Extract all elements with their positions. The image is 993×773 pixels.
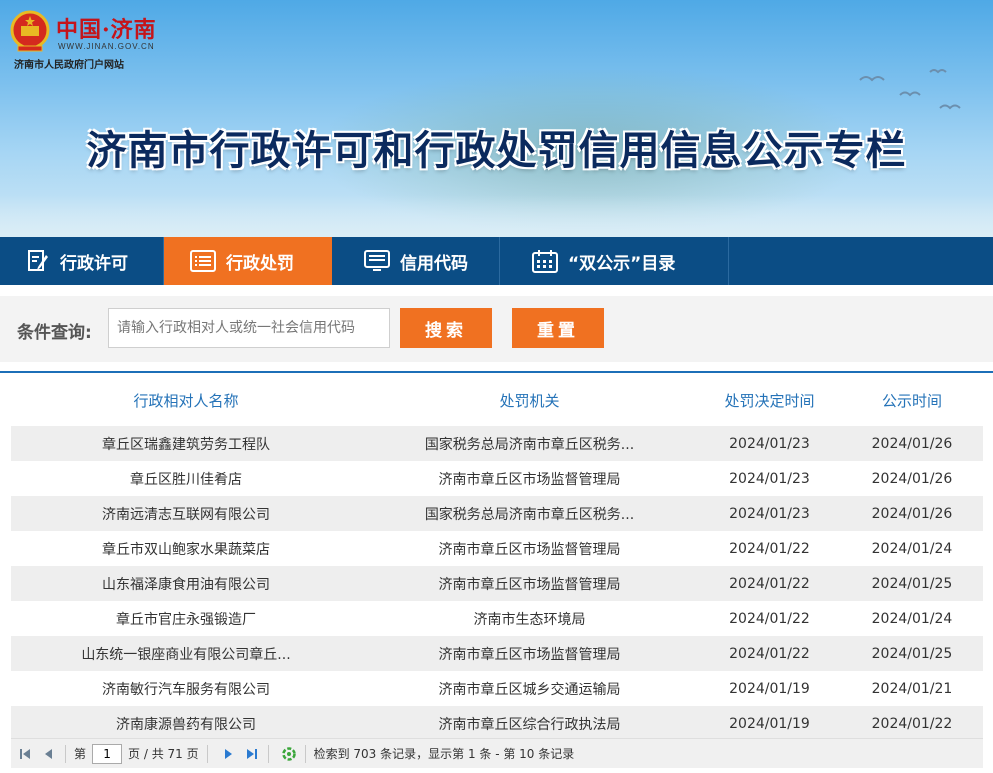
cell-decision-date: 2024/01/22 xyxy=(729,645,810,662)
last-page-icon xyxy=(246,748,257,759)
birds-decoration xyxy=(859,69,961,110)
cell-decision-date: 2024/01/22 xyxy=(729,575,810,592)
record-summary: 检索到 703 条记录，显示第 1 条 - 第 10 条记录 xyxy=(313,747,575,761)
cell-penalty-authority: 济南市章丘区综合行政执法局 xyxy=(438,716,621,733)
table-header: 行政相对人名称 处罚机关 处罚决定时间 公示时间 xyxy=(11,387,983,415)
site-logo-text[interactable]: 中国·济南 xyxy=(56,12,157,44)
table-body: 章丘区瑞鑫建筑劳务工程队 国家税务总局济南市章丘区税务... 2024/01/2… xyxy=(11,426,983,741)
next-page-button[interactable] xyxy=(218,744,238,764)
list-icon xyxy=(190,250,216,272)
cell-publish-date: 2024/01/22 xyxy=(871,715,953,732)
cell-publish-date: 2024/01/26 xyxy=(871,470,953,487)
reset-button[interactable]: 重置 xyxy=(512,308,604,348)
column-header-publish-date: 公示时间 xyxy=(881,392,942,410)
search-bar: 条件查询: 搜索 重置 xyxy=(0,296,993,362)
table-row[interactable]: 济南康源兽药有限公司 济南市章丘区综合行政执法局 2024/01/19 2024… xyxy=(11,706,983,741)
cell-party-name[interactable]: 济南康源兽药有限公司 xyxy=(11,714,361,734)
calendar-icon xyxy=(532,249,558,273)
search-input[interactable] xyxy=(108,308,390,348)
cell-party-name[interactable]: 济南敏行汽车服务有限公司 xyxy=(11,679,361,699)
cell-party-name[interactable]: 章丘区胜川佳肴店 xyxy=(11,469,361,489)
column-header-decision-date: 处罚决定时间 xyxy=(724,392,815,410)
cell-publish-date: 2024/01/24 xyxy=(871,610,953,627)
page-number-input[interactable] xyxy=(92,743,123,764)
cell-party-name[interactable]: 章丘市官庄永强锻造厂 xyxy=(11,609,361,629)
cell-penalty-authority: 济南市章丘区市场监督管理局 xyxy=(438,646,621,663)
page-title: 济南市行政许可和行政处罚信用信息公示专栏 xyxy=(86,128,907,174)
table-row[interactable]: 章丘市官庄永强锻造厂 济南市生态环境局 2024/01/22 2024/01/2… xyxy=(11,601,983,636)
table-row[interactable]: 山东福泽康食用油有限公司 济南市章丘区市场监督管理局 2024/01/22 20… xyxy=(11,566,983,601)
main-nav: 行政许可 行政处罚 信用代码 “双公示”目录 xyxy=(0,237,993,285)
nav-tab-double-publicity[interactable]: “双公示”目录 xyxy=(500,237,729,285)
cell-publish-date: 2024/01/25 xyxy=(871,575,953,592)
cell-decision-date: 2024/01/23 xyxy=(729,435,810,452)
cell-decision-date: 2024/01/22 xyxy=(729,540,810,557)
table-row[interactable]: 济南敏行汽车服务有限公司 济南市章丘区城乡交通运输局 2024/01/19 20… xyxy=(11,671,983,706)
site-url: WWW.JINAN.GOV.CN xyxy=(58,42,155,51)
refresh-button[interactable] xyxy=(279,744,299,764)
cell-party-name[interactable]: 济南远清志互联网有限公司 xyxy=(11,504,361,524)
cell-decision-date: 2024/01/19 xyxy=(729,680,810,697)
table-row[interactable]: 山东统一银座商业有限公司章丘... 济南市章丘区市场监督管理局 2024/01/… xyxy=(11,636,983,671)
cell-decision-date: 2024/01/22 xyxy=(729,610,810,627)
table-row[interactable]: 章丘区瑞鑫建筑劳务工程队 国家税务总局济南市章丘区税务... 2024/01/2… xyxy=(11,426,983,461)
cell-party-name[interactable]: 章丘区瑞鑫建筑劳务工程队 xyxy=(11,434,361,454)
search-label: 条件查询: xyxy=(17,323,92,343)
document-edit-icon xyxy=(26,249,50,273)
cell-decision-date: 2024/01/19 xyxy=(729,715,810,732)
refresh-icon xyxy=(281,746,296,761)
site-subtitle: 济南市人民政府门户网站 xyxy=(14,60,124,71)
results-table: 行政相对人名称 处罚机关 处罚决定时间 公示时间 章丘区瑞鑫建筑劳务工程队 国家… xyxy=(0,371,993,773)
pagination-bar: 第 页 / 共 71 页 检索到 703 条记录，显示第 1 条 - 第 10 … xyxy=(11,738,983,768)
national-emblem-icon xyxy=(10,10,50,52)
cell-penalty-authority: 国家税务总局济南市章丘区税务... xyxy=(424,436,635,453)
first-page-icon xyxy=(20,748,30,759)
column-header-party-name: 行政相对人名称 xyxy=(133,392,239,410)
cell-publish-date: 2024/01/24 xyxy=(871,540,953,557)
first-page-button[interactable] xyxy=(15,744,35,764)
cell-publish-date: 2024/01/26 xyxy=(871,505,953,522)
cell-penalty-authority: 济南市生态环境局 xyxy=(473,611,586,628)
cell-penalty-authority: 济南市章丘区城乡交通运输局 xyxy=(438,681,621,698)
table-row[interactable]: 济南远清志互联网有限公司 国家税务总局济南市章丘区税务... 2024/01/2… xyxy=(11,496,983,531)
cell-decision-date: 2024/01/23 xyxy=(729,505,810,522)
nav-tab-label: “双公示”目录 xyxy=(568,253,676,274)
page-total: 页 / 共 71 页 xyxy=(128,747,199,761)
cell-decision-date: 2024/01/23 xyxy=(729,470,810,487)
page-prefix: 第 xyxy=(74,747,87,761)
cell-publish-date: 2024/01/21 xyxy=(871,680,953,697)
nav-tab-label: 行政处罚 xyxy=(226,253,294,274)
search-button[interactable]: 搜索 xyxy=(400,308,492,348)
cell-party-name[interactable]: 山东福泽康食用油有限公司 xyxy=(11,574,361,594)
cell-penalty-authority: 国家税务总局济南市章丘区税务... xyxy=(424,506,635,523)
prev-page-icon xyxy=(45,748,52,759)
prev-page-button[interactable] xyxy=(39,744,59,764)
cell-publish-date: 2024/01/25 xyxy=(871,645,953,662)
cell-penalty-authority: 济南市章丘区市场监督管理局 xyxy=(438,576,621,593)
cell-party-name[interactable]: 山东统一银座商业有限公司章丘... xyxy=(11,644,361,664)
cell-penalty-authority: 济南市章丘区市场监督管理局 xyxy=(438,471,621,488)
nav-tab-admin-penalty[interactable]: 行政处罚 xyxy=(164,237,332,285)
next-page-icon xyxy=(224,748,232,759)
table-row[interactable]: 章丘区胜川佳肴店 济南市章丘区市场监督管理局 2024/01/23 2024/0… xyxy=(11,461,983,496)
table-row[interactable]: 章丘市双山鲍家水果蔬菜店 济南市章丘区市场监督管理局 2024/01/22 20… xyxy=(11,531,983,566)
nav-tab-label: 信用代码 xyxy=(400,253,468,274)
last-page-button[interactable] xyxy=(242,744,262,764)
nav-tab-admin-license[interactable]: 行政许可 xyxy=(0,237,164,285)
header-banner: 中国·济南 WWW.JINAN.GOV.CN 济南市人民政府门户网站 济南市行政… xyxy=(0,0,993,237)
cell-publish-date: 2024/01/26 xyxy=(871,435,953,452)
column-header-penalty-authority: 处罚机关 xyxy=(499,392,560,410)
cell-party-name[interactable]: 章丘市双山鲍家水果蔬菜店 xyxy=(11,539,361,559)
nav-tab-credit-code[interactable]: 信用代码 xyxy=(332,237,500,285)
monitor-list-icon xyxy=(364,250,390,272)
cell-penalty-authority: 济南市章丘区市场监督管理局 xyxy=(438,541,621,558)
nav-tab-label: 行政许可 xyxy=(60,253,128,274)
